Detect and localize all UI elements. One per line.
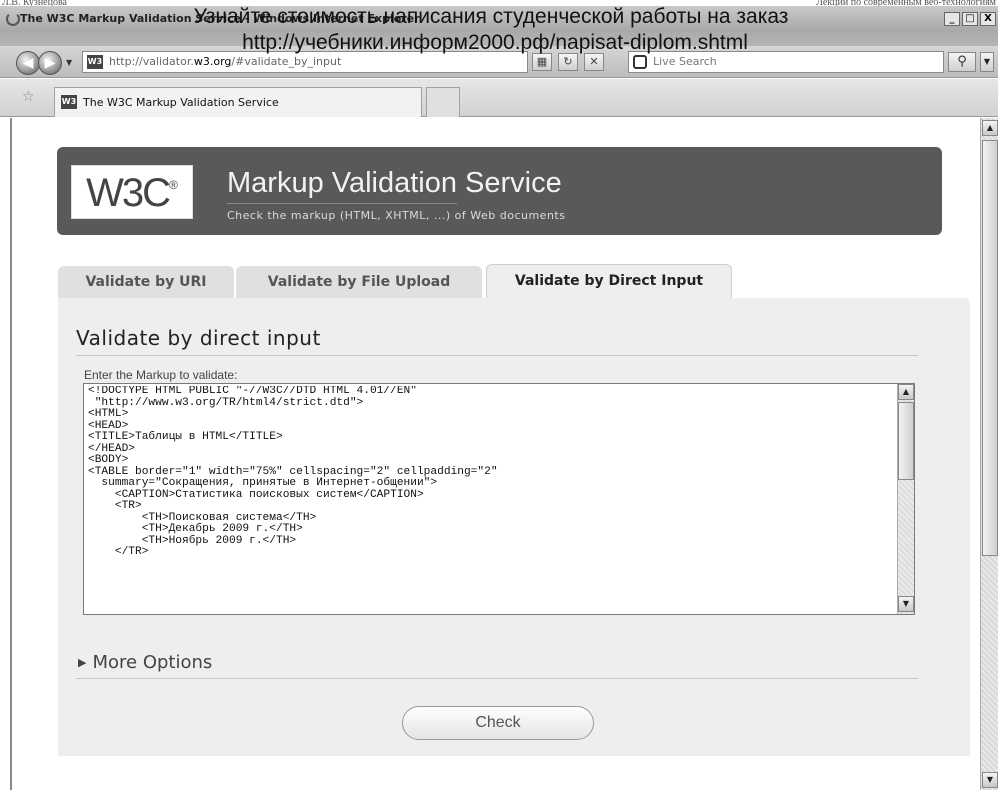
stop-icon[interactable]: ✕: [584, 53, 604, 71]
scroll-up-arrow-icon[interactable]: ▲: [898, 384, 914, 400]
expand-triangle-icon: ▶: [78, 656, 87, 669]
address-host: w3.org: [193, 55, 232, 68]
banner-title: Markup Validation Service: [227, 167, 562, 199]
more-options-divider: [76, 678, 918, 679]
page-scroll-up-icon[interactable]: ▲: [982, 120, 998, 136]
search-placeholder: Live Search: [653, 55, 717, 68]
page-scrollbar[interactable]: ▲ ▼: [980, 118, 998, 790]
textarea-scroll-thumb[interactable]: [898, 402, 914, 480]
browser-tab-label: The W3C Markup Validation Service: [83, 96, 279, 109]
page-viewport: W3C® Markup Validation Service Check the…: [10, 118, 980, 790]
live-search-icon: [633, 55, 647, 69]
banner-divider: [227, 203, 457, 204]
more-options-label: More Options: [92, 652, 213, 673]
registered-mark: ®: [169, 178, 178, 192]
overlay-ad-line1: Узнайте стоимость написания студенческой…: [193, 5, 789, 28]
history-dropdown-icon[interactable]: ▼: [66, 58, 72, 67]
address-prefix: http://validator.: [109, 55, 194, 68]
new-tab-button[interactable]: [426, 87, 460, 117]
tab-bar: ☆ W3 The W3C Markup Validation Service: [0, 79, 998, 117]
favorites-star-icon[interactable]: ☆: [22, 89, 35, 105]
search-options-dropdown-icon[interactable]: ▼: [980, 52, 994, 72]
back-button[interactable]: ◀: [16, 51, 40, 75]
panel-heading: Validate by direct input: [76, 326, 321, 350]
search-input[interactable]: Live Search: [628, 51, 944, 73]
search-icon[interactable]: ⚲: [948, 52, 976, 72]
page-scroll-down-icon[interactable]: ▼: [982, 772, 998, 788]
forward-button[interactable]: ▶: [38, 51, 62, 75]
address-bar[interactable]: W3 http://validator.w3.org/#validate_by_…: [82, 51, 528, 73]
w3c-tab-favicon-icon: W3: [61, 95, 77, 109]
compatibility-view-icon[interactable]: ▦: [532, 53, 552, 71]
more-options-toggle[interactable]: ▶ More Options: [78, 652, 212, 673]
textarea-scrollbar[interactable]: ▲ ▼: [897, 384, 914, 614]
w3c-logo[interactable]: W3C®: [71, 165, 193, 219]
overlay-ad-line2: http://учебники.информ2000.рф/napisat-di…: [242, 31, 748, 54]
scroll-down-arrow-icon[interactable]: ▼: [898, 596, 914, 612]
w3c-banner: W3C® Markup Validation Service Check the…: [57, 147, 942, 235]
markup-textarea[interactable]: <!DOCTYPE HTML PUBLIC "-//W3C//DTD HTML …: [83, 383, 915, 615]
markup-field-label: Enter the Markup to validate:: [84, 368, 238, 382]
address-text: http://validator.w3.org/#validate_by_inp…: [109, 55, 341, 68]
heading-divider: [76, 355, 918, 356]
tab-validate-by-uri[interactable]: Validate by URI: [58, 266, 234, 298]
markup-code[interactable]: <!DOCTYPE HTML PUBLIC "-//W3C//DTD HTML …: [88, 386, 888, 612]
refresh-icon[interactable]: ↻: [558, 53, 578, 71]
direct-input-panel: Validate by direct input Enter the Marku…: [58, 298, 970, 756]
banner-subtitle: Check the markup (HTML, XHTML, ...) of W…: [227, 209, 566, 222]
page-scroll-thumb[interactable]: [982, 140, 998, 556]
check-button[interactable]: Check: [402, 706, 594, 740]
tab-validate-by-file-upload[interactable]: Validate by File Upload: [236, 266, 482, 298]
w3c-favicon-icon: W3: [87, 55, 103, 69]
address-suffix: /#validate_by_input: [231, 55, 342, 68]
tab-validate-by-direct-input[interactable]: Validate by Direct Input: [486, 264, 732, 298]
w3c-logo-text: W3C: [86, 171, 171, 215]
browser-tab[interactable]: W3 The W3C Markup Validation Service: [54, 87, 422, 117]
